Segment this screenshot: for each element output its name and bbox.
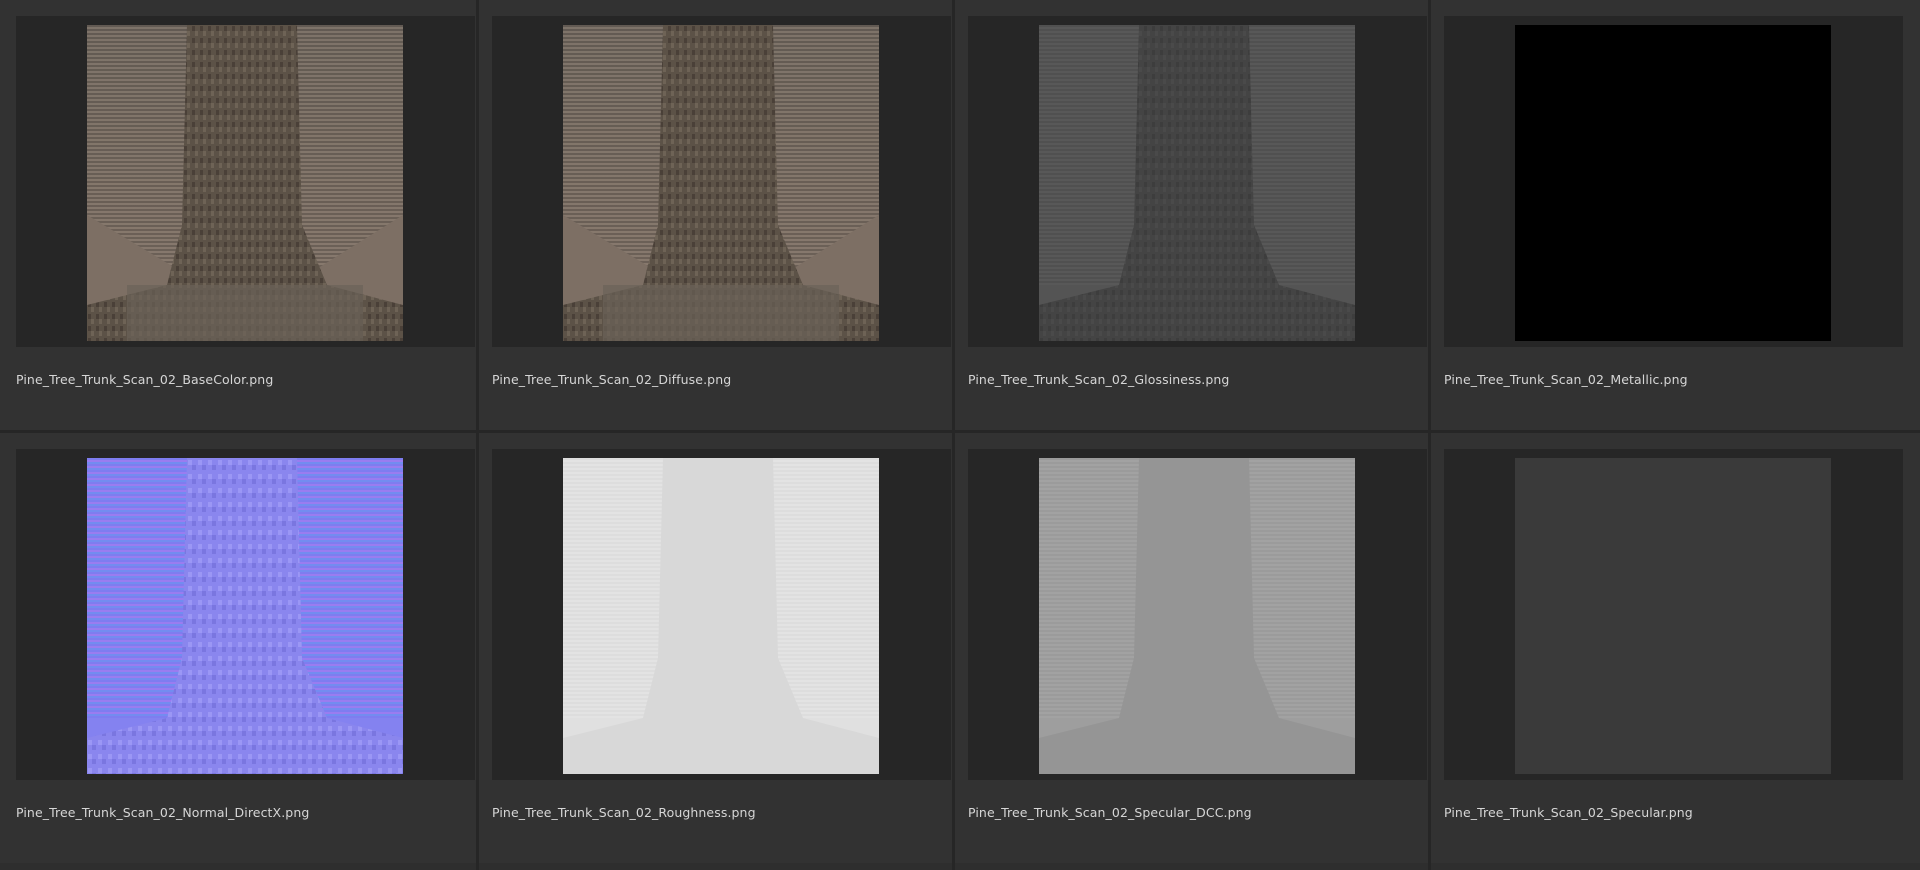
texture-preview-specular-dcc: [1039, 458, 1355, 774]
thumbnail-tile-specular-dcc[interactable]: Pine_Tree_Trunk_Scan_02_Specular_DCC.png: [952, 433, 1428, 863]
thumbnail-filename: Pine_Tree_Trunk_Scan_02_Roughness.png: [492, 805, 756, 820]
row-divider: [0, 430, 1920, 433]
texture-preview-normal: [87, 458, 403, 774]
column-divider: [1428, 0, 1431, 870]
thumbnail-tile-normal[interactable]: Pine_Tree_Trunk_Scan_02_Normal_DirectX.p…: [0, 433, 476, 863]
thumbnail-tile-specular[interactable]: Pine_Tree_Trunk_Scan_02_Specular.png: [1428, 433, 1920, 863]
texture-preview-specular: [1515, 458, 1831, 774]
thumbnail-filename: Pine_Tree_Trunk_Scan_02_Diffuse.png: [492, 372, 732, 387]
thumbnail-filename: Pine_Tree_Trunk_Scan_02_Metallic.png: [1444, 372, 1688, 387]
thumbnail-filename: Pine_Tree_Trunk_Scan_02_Specular_DCC.png: [968, 805, 1252, 820]
texture-preview-metallic: [1515, 25, 1831, 341]
thumbnail-tile-metallic[interactable]: Pine_Tree_Trunk_Scan_02_Metallic.png: [1428, 0, 1920, 430]
column-divider: [952, 0, 955, 870]
thumbnail-filename: Pine_Tree_Trunk_Scan_02_Normal_DirectX.p…: [16, 805, 310, 820]
thumbnail-tile-basecolor[interactable]: Pine_Tree_Trunk_Scan_02_BaseColor.png: [0, 0, 476, 430]
thumbnail-filename: Pine_Tree_Trunk_Scan_02_BaseColor.png: [16, 372, 274, 387]
thumbnail-tile-glossiness[interactable]: Pine_Tree_Trunk_Scan_02_Glossiness.png: [952, 0, 1428, 430]
thumbnail-tile-diffuse[interactable]: Pine_Tree_Trunk_Scan_02_Diffuse.png: [476, 0, 952, 430]
texture-thumbnail-grid: Pine_Tree_Trunk_Scan_02_BaseColor.png Pi…: [0, 0, 1920, 870]
texture-preview-glossiness: [1039, 25, 1355, 341]
thumbnail-tile-roughness[interactable]: Pine_Tree_Trunk_Scan_02_Roughness.png: [476, 433, 952, 863]
texture-preview-basecolor: [87, 25, 403, 341]
texture-preview-diffuse: [563, 25, 879, 341]
column-divider: [476, 0, 479, 870]
thumbnail-filename: Pine_Tree_Trunk_Scan_02_Glossiness.png: [968, 372, 1230, 387]
texture-preview-roughness: [563, 458, 879, 774]
thumbnail-filename: Pine_Tree_Trunk_Scan_02_Specular.png: [1444, 805, 1693, 820]
